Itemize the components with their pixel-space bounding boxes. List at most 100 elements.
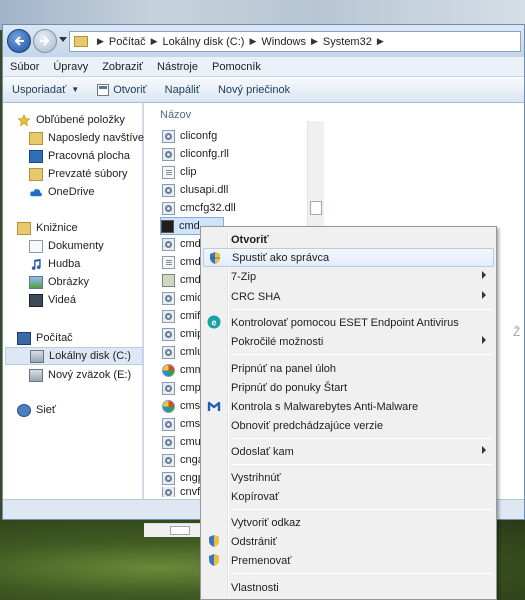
- gear-icon: [162, 183, 175, 197]
- chevron-right-icon[interactable]: ▶: [97, 36, 104, 47]
- menu-item-label: Premenovať: [231, 554, 292, 567]
- menu-item-malwarebytes[interactable]: Kontrola s Malwarebytes Anti-Malware: [203, 397, 494, 416]
- file-item[interactable]: cmdl: [162, 271, 203, 289]
- address-bar[interactable]: ▶ Počítač ▶ Lokálny disk (C:) ▶ Windows …: [69, 31, 521, 52]
- file-item[interactable]: cmst: [162, 397, 203, 415]
- nav-label: Nový zväzok (E:): [48, 369, 132, 381]
- nav-favorites[interactable]: Obľúbené položky: [17, 111, 157, 129]
- scrollbar-thumb[interactable]: [170, 526, 190, 535]
- nav-label: Knižnice: [36, 222, 78, 234]
- menu-help[interactable]: Pomocník: [205, 61, 268, 73]
- menu-file[interactable]: Súbor: [3, 61, 46, 73]
- file-item[interactable]: cmcfg32.dll: [162, 199, 236, 217]
- menu-item-send-to[interactable]: Odoslať kam: [203, 442, 494, 461]
- nav-network[interactable]: Sieť: [17, 401, 157, 419]
- menu-item-advanced[interactable]: Pokročilé možnosti: [203, 332, 494, 351]
- file-item[interactable]: cmdl: [162, 253, 203, 271]
- organize-button[interactable]: Usporiadať ▼: [3, 84, 88, 96]
- file-item[interactable]: cmm: [162, 361, 204, 379]
- breadcrumb-system32[interactable]: System32: [323, 36, 372, 48]
- file-item[interactable]: cmic: [162, 289, 203, 307]
- gear-icon: [162, 309, 175, 323]
- nav-local-disk-c[interactable]: Lokálny disk (C:): [5, 347, 143, 365]
- uac-shield-icon: [209, 554, 219, 566]
- menu-item-7zip[interactable]: 7-Zip: [203, 267, 494, 286]
- menu-tools[interactable]: Nástroje: [150, 61, 205, 73]
- menu-item-copy[interactable]: Kopírovať: [203, 487, 494, 506]
- chevron-right-icon[interactable]: ▶: [151, 36, 158, 47]
- file-item[interactable]: cmif: [162, 307, 200, 325]
- breadcrumb-computer[interactable]: Počítač: [109, 36, 146, 48]
- window-icon: [97, 83, 110, 96]
- preview-text: Ž: [513, 325, 521, 339]
- menu-item-label: Kontrola s Malwarebytes Anti-Malware: [231, 400, 419, 413]
- history-dropdown-icon[interactable]: [59, 37, 67, 43]
- open-label: Otvoriť: [113, 83, 147, 96]
- menu-item-label: Kopírovať: [231, 490, 280, 503]
- menu-item-restore-versions[interactable]: Obnoviť predchádzajúce verzie: [203, 416, 494, 435]
- open-button[interactable]: Otvoriť: [88, 83, 155, 96]
- file-name: clusapi.dll: [180, 184, 229, 196]
- file-item[interactable]: cliconfg: [162, 127, 217, 145]
- menu-separator: [231, 309, 492, 310]
- videos-icon: [29, 293, 43, 307]
- file-name: cmif: [180, 310, 201, 322]
- forward-button[interactable]: [33, 29, 57, 53]
- file-item[interactable]: cmpl: [162, 379, 203, 397]
- menu-item-rename[interactable]: Premenovať: [203, 551, 494, 570]
- computer-icon: [17, 331, 31, 345]
- menu-item-open[interactable]: Otvoriť: [203, 230, 494, 249]
- file-item[interactable]: clusapi.dll: [162, 181, 228, 199]
- file-item[interactable]: cnga: [162, 451, 204, 469]
- file-item[interactable]: cliconfg.rll: [162, 145, 229, 163]
- gear-icon: [162, 291, 175, 305]
- nav-label: Naposledy navštíver: [48, 132, 148, 144]
- file-item[interactable]: clip: [162, 163, 197, 181]
- menu-item-crc-sha[interactable]: CRC SHA: [203, 287, 494, 306]
- menu-item-eset-scan[interactable]: e Kontrolovať pomocou ESET Endpoint Anti…: [203, 313, 494, 332]
- nav-label: Prevzaté súbory: [48, 168, 128, 180]
- file-item[interactable]: cngp: [162, 469, 204, 487]
- column-header-name[interactable]: Názov: [160, 109, 191, 121]
- desktop-icon: [29, 149, 43, 163]
- scrollbar-thumb[interactable]: [310, 201, 322, 215]
- new-folder-button[interactable]: Nový priečinok: [209, 84, 299, 96]
- chevron-right-icon[interactable]: ▶: [311, 36, 318, 47]
- file-item[interactable]: cmip: [162, 325, 203, 343]
- breadcrumb-windows[interactable]: Windows: [261, 36, 306, 48]
- file-item[interactable]: cmlu: [162, 343, 203, 361]
- menu-item-create-shortcut[interactable]: Vytvoriť odkaz: [203, 513, 494, 532]
- file-name: cmcfg32.dll: [180, 202, 236, 214]
- chevron-right-icon[interactable]: ▶: [377, 36, 384, 47]
- nav-label: Hudba: [48, 258, 81, 270]
- menu-item-run-as-admin[interactable]: Spustiť ako správca: [203, 248, 494, 267]
- file-item[interactable]: cmut: [162, 433, 204, 451]
- folder-icon: [74, 36, 88, 47]
- burn-button[interactable]: Napáliť: [156, 84, 209, 96]
- nav-computer[interactable]: Počítač: [17, 329, 157, 347]
- nav-label: OneDrive: [48, 186, 95, 198]
- back-button[interactable]: [7, 29, 31, 53]
- menu-item-delete[interactable]: Odstrániť: [203, 532, 494, 551]
- back-arrow-icon: [14, 36, 24, 46]
- chevron-right-icon[interactable]: ▶: [249, 36, 256, 47]
- nav-libraries[interactable]: Knižnice: [17, 219, 157, 237]
- file-item[interactable]: cmst: [162, 415, 203, 433]
- gear-icon: [162, 381, 175, 395]
- file-name: cmd: [179, 220, 200, 232]
- menu-item-pin-start[interactable]: Pripnúť do ponuky Štart: [203, 378, 494, 397]
- menu-item-pin-taskbar[interactable]: Pripnúť na panel úloh: [203, 359, 494, 378]
- file-item[interactable]: cmdi: [162, 235, 203, 253]
- menu-item-label: Vytvoriť odkaz: [231, 516, 301, 529]
- menu-item-properties[interactable]: Vlastnosti: [203, 578, 494, 597]
- star-icon: [17, 113, 31, 126]
- menu-item-label: Vystrihnúť: [231, 471, 281, 484]
- menu-view[interactable]: Zobraziť: [95, 61, 150, 73]
- nav-label: Obrázky: [48, 276, 89, 288]
- menu-item-label: Pokročilé možnosti: [231, 335, 324, 348]
- breadcrumb-local-disk[interactable]: Lokálny disk (C:): [163, 36, 245, 48]
- color-icon: [162, 399, 175, 413]
- menu-item-cut[interactable]: Vystrihnúť: [203, 468, 494, 487]
- menu-edit[interactable]: Úpravy: [46, 61, 95, 73]
- drive-icon: [30, 349, 44, 363]
